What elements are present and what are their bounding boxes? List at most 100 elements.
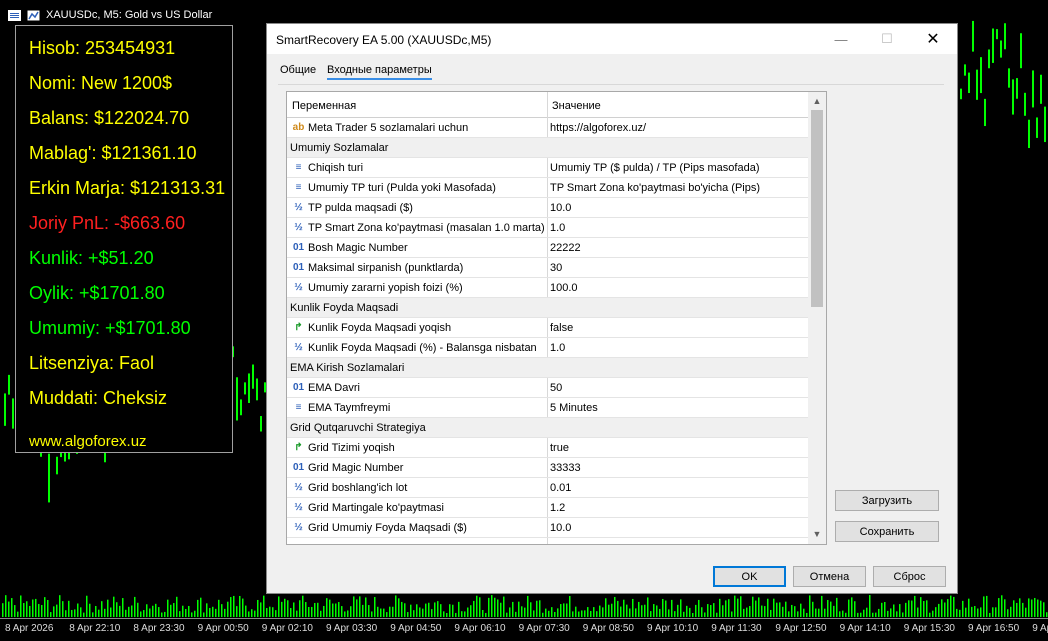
volume-bar — [107, 599, 109, 617]
volume-bar — [962, 600, 964, 617]
grid-row[interactable]: 01 EMA Davri 50 — [287, 378, 808, 398]
grid-row[interactable]: ½ TP pulda maqsadi ($) 10.0 — [287, 198, 808, 218]
volume-bar — [890, 608, 892, 617]
grid-row-value[interactable]: 5 Minutes — [550, 402, 598, 414]
grid-scrollbar[interactable]: ▲ ▼ — [808, 92, 826, 544]
volume-bar — [1001, 595, 1003, 617]
reset-button[interactable]: Сброс — [873, 566, 946, 587]
candle — [4, 393, 6, 426]
grid-row[interactable]: 01 Bosh Magic Number 22222 — [287, 238, 808, 258]
candle — [248, 373, 250, 403]
chart-title: XAUUSDc, M5: Gold vs US Dollar — [46, 9, 213, 21]
volume-bar — [761, 605, 763, 617]
grid-row[interactable]: 01 Maksimal sirpanish (punktlarda) 30 — [287, 258, 808, 278]
volume-bar — [686, 605, 688, 617]
expert-advisor-icon[interactable] — [27, 10, 40, 21]
bool-type-icon: ↱ — [294, 322, 303, 333]
cancel-button[interactable]: Отмена — [793, 566, 866, 587]
volume-bar — [977, 608, 979, 617]
dialog-titlebar[interactable]: SmartRecovery EA 5.00 (XAUUSDc,M5) — ☐ ✕ — [267, 24, 957, 54]
grid-row[interactable]: ↱ Kunlik Foyda Maqsadi yoqish false — [287, 318, 808, 338]
grid-row[interactable]: ≡ EMA Taymfreymi 5 Minutes — [287, 398, 808, 418]
volume-bar — [797, 611, 799, 617]
column-header-variable[interactable]: Переменная — [292, 100, 356, 112]
grid-row-value[interactable]: https://algoforex.uz/ — [550, 122, 646, 134]
volume-bar — [599, 605, 601, 617]
grid-section-row[interactable]: Kunlik Foyda Maqsadi — [287, 298, 808, 318]
volume-bar — [335, 603, 337, 617]
grid-row-value[interactable]: 1.2 — [550, 502, 565, 514]
volume-bar — [167, 599, 169, 617]
grid-row-value[interactable]: 100.0 — [550, 282, 578, 294]
volume-bar — [155, 603, 157, 617]
volume-bar — [848, 599, 850, 617]
time-axis-label: 9 Apr 06:10 — [454, 623, 506, 634]
grid-row[interactable]: ½ Grid Umumiy Foyda Maqsadi ($) 10.0 — [287, 518, 808, 538]
grid-row-value[interactable]: Umumiy TP ($ pulda) / TP (Pips masofada) — [550, 162, 760, 174]
grid-row-value[interactable]: 33333 — [550, 462, 581, 474]
volume-bar — [398, 598, 400, 617]
grid-row[interactable]: ½ Umumiy zararni yopish foizi (%) 100.0 — [287, 278, 808, 298]
grid-row-value[interactable]: 50 — [550, 382, 562, 394]
enum-type-icon: ≡ — [295, 162, 302, 173]
grid-row[interactable]: ½ Grid Martingale ko'paytmasi 1.2 — [287, 498, 808, 518]
minimize-icon[interactable]: — — [818, 24, 864, 54]
grid-row[interactable]: ab Meta Trader 5 sozlamalari uchun https:/… — [287, 118, 808, 138]
scroll-up-icon[interactable]: ▲ — [808, 93, 826, 109]
grid-row-value[interactable]: 22222 — [550, 242, 581, 254]
candle — [980, 57, 982, 94]
volume-bar — [449, 604, 451, 617]
ok-button[interactable]: OK — [713, 566, 786, 587]
grid-row[interactable]: ½ Grid boshlang'ich lot 0.01 — [287, 478, 808, 498]
volume-bar — [947, 599, 949, 617]
volume-bar — [548, 610, 550, 617]
grid-row-value[interactable]: 30 — [550, 262, 562, 274]
candle — [984, 98, 986, 127]
scrollbar-thumb[interactable] — [811, 110, 823, 307]
info-site-link[interactable]: www.algoforex.uz — [29, 433, 147, 450]
scroll-down-icon[interactable]: ▼ — [808, 526, 826, 542]
grid-row-name: Grid Qutqaruvchi Strategiya — [290, 422, 426, 434]
tab-inputs[interactable]: Входные параметры — [327, 64, 432, 80]
volume-bar — [35, 598, 37, 617]
grid-row[interactable]: ½ Kunlik Foyda Maqsadi (%) - Balansga nis… — [287, 338, 808, 358]
grid-row[interactable]: ≡ Umumiy TP turi (Pulda yoki Masofada) TP … — [287, 178, 808, 198]
grid-section-row[interactable]: EMA Kirish Sozlamalari — [287, 358, 808, 378]
grid-row-value[interactable]: 0.01 — [550, 482, 571, 494]
time-axis-label: 9 Apr 02:10 — [261, 623, 313, 634]
time-axis-label: 8 Apr 22:10 — [69, 623, 121, 634]
volume-bar — [1028, 598, 1030, 617]
volume-bar — [467, 607, 469, 617]
volume-bar — [710, 605, 712, 617]
grid-row-value[interactable]: TP Smart Zona ko'paytmasi bo'yicha (Pips… — [550, 182, 760, 194]
volume-bar — [479, 597, 481, 617]
grid-row-value[interactable]: true — [550, 442, 569, 454]
volume-bar — [428, 602, 430, 617]
volume-bar — [1034, 597, 1036, 617]
grid-row-value[interactable]: 1.0 — [550, 342, 565, 354]
grid-row-value[interactable]: 10.0 — [550, 522, 571, 534]
load-button[interactable]: Загрузить — [835, 490, 939, 511]
double-type-icon: ½ — [294, 482, 303, 493]
grid-row[interactable]: ↱ Grid Tizimi yoqish true — [287, 438, 808, 458]
volume-bar — [389, 606, 391, 617]
close-icon[interactable]: ✕ — [910, 24, 956, 54]
grid-row-value[interactable]: 1.0 — [550, 222, 565, 234]
grid-row[interactable]: ≡ Chiqish turi Umumiy TP ($ pulda) / TP (P… — [287, 158, 808, 178]
grid-section-row[interactable]: Umumiy Sozlamalar — [287, 138, 808, 158]
int-type-icon: 01 — [292, 262, 305, 273]
grid-row-name: EMA Davri — [308, 382, 360, 394]
grid-section-row[interactable]: Grid Qutqaruvchi Strategiya — [287, 418, 808, 438]
tab-general[interactable]: Общие — [280, 64, 316, 76]
grid-row[interactable]: 01 Grid Magic Number 33333 — [287, 458, 808, 478]
volume-bar — [86, 595, 88, 617]
save-button[interactable]: Сохранить — [835, 521, 939, 542]
volume-bar — [1037, 599, 1039, 617]
grid-row-value[interactable]: 10.0 — [550, 202, 571, 214]
column-header-value[interactable]: Значение — [552, 100, 601, 112]
volume-bar — [293, 602, 295, 617]
volume-bar — [455, 612, 457, 617]
grid-row-value[interactable]: false — [550, 322, 573, 334]
grid-row[interactable]: ½ TP Smart Zona ko'paytmasi (masalan 1.0 … — [287, 218, 808, 238]
volume-bar — [647, 597, 649, 617]
